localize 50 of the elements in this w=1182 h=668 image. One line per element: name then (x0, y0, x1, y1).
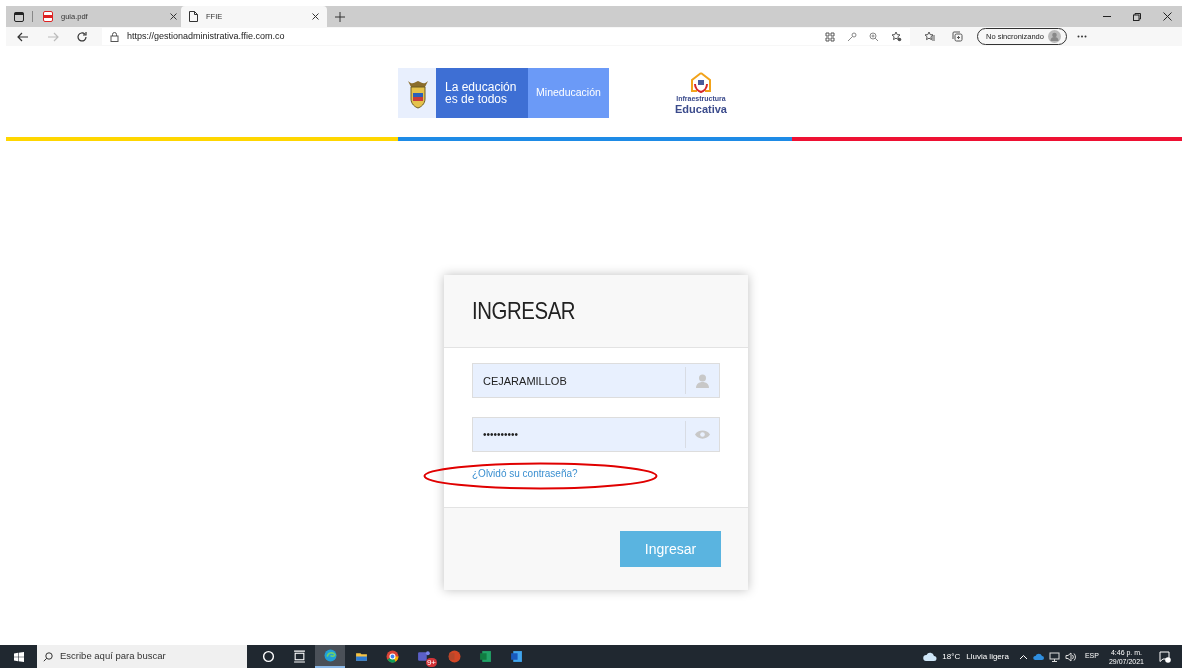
refresh-icon[interactable] (76, 30, 88, 43)
temperature: 18°C (942, 650, 961, 663)
chrome-icon (385, 650, 399, 663)
add-favorite-icon[interactable] (891, 31, 902, 42)
search-icon (43, 651, 53, 662)
brand-name: Mineducación (536, 85, 601, 101)
windows-start-icon[interactable] (14, 651, 24, 662)
slogan: La educación es de todos (445, 81, 518, 105)
user-icon (696, 373, 709, 388)
avatar-icon (1047, 30, 1061, 43)
back-icon[interactable] (17, 30, 29, 43)
spreadsheet-app-icon (478, 650, 492, 663)
address-bar[interactable]: https://gestionadministrativa.ffie.com.co (127, 29, 285, 44)
cortana-circle-icon (261, 650, 275, 663)
edge-browser-icon (323, 649, 337, 662)
house-logo-icon (691, 72, 711, 94)
folder-icon (354, 650, 368, 663)
workspaces-icon[interactable] (14, 11, 24, 22)
restore-icon[interactable] (1133, 12, 1141, 21)
username-field[interactable]: CEJARAMILLOB (472, 363, 720, 398)
speaker-icon[interactable] (1064, 651, 1076, 662)
zoom-icon[interactable] (869, 31, 879, 42)
password-field[interactable]: •••••••••• (472, 417, 720, 452)
close-icon[interactable] (1163, 12, 1172, 21)
taskbar-app[interactable]: 9+ (408, 645, 438, 668)
key-icon[interactable] (847, 31, 857, 42)
task-view-icon (292, 650, 306, 663)
presentation-app-icon (447, 650, 461, 663)
document-app-icon (509, 650, 523, 663)
close-tab-icon[interactable] (170, 13, 177, 20)
close-tab-icon[interactable] (312, 13, 319, 20)
new-tab-icon[interactable] (335, 11, 345, 22)
notifications-icon[interactable] (1159, 650, 1171, 663)
notification-badge: 9+ (425, 658, 437, 667)
page-icon (189, 11, 198, 22)
login-title: INGRESAR (472, 296, 576, 326)
lock-icon (110, 31, 119, 42)
taskbar-search-field[interactable]: Escribe aquí para buscar (37, 645, 247, 668)
qr-code-icon[interactable] (825, 31, 835, 42)
network-icon[interactable] (1048, 651, 1060, 662)
search-placeholder: Escribe aquí para buscar (60, 649, 166, 664)
logo-text: Educativa (675, 104, 727, 114)
favorites-icon[interactable] (924, 31, 935, 42)
weather-text: Lluvia ligera (966, 650, 1009, 663)
more-icon[interactable] (1077, 35, 1087, 38)
collections-icon[interactable] (952, 31, 963, 42)
chevron-up-icon[interactable] (1018, 653, 1028, 660)
cloud-icon[interactable] (1032, 653, 1044, 660)
weather-cloud-icon (923, 651, 938, 662)
pdf-file-icon (43, 11, 53, 22)
